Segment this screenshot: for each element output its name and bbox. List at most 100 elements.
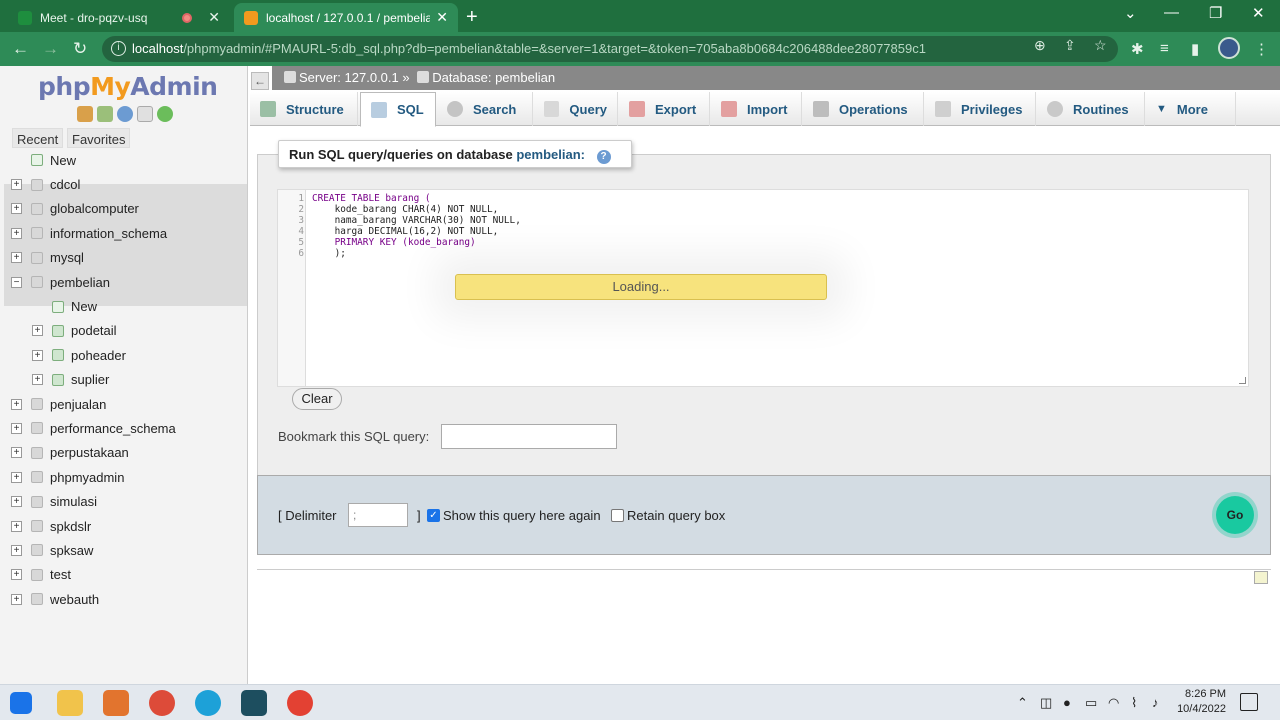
tree-db-phpmyadmin[interactable]: + phpmyadmin bbox=[0, 465, 247, 489]
tab-phpmyadmin[interactable]: localhost / 127.0.0.1 / pembelian ✕ bbox=[234, 3, 458, 32]
windows-start-icon[interactable] bbox=[10, 692, 32, 714]
expand-icon[interactable]: + bbox=[11, 398, 22, 410]
expand-icon[interactable]: + bbox=[32, 374, 43, 386]
extensions-icon[interactable]: ✱ bbox=[1131, 40, 1144, 58]
breadcrumb-server[interactable]: Server: 127.0.0.1 » bbox=[299, 70, 410, 85]
new-tab-icon[interactable]: + bbox=[466, 6, 478, 29]
microphone-icon[interactable]: ● bbox=[1063, 695, 1071, 710]
bookmark-input[interactable] bbox=[441, 424, 617, 449]
display-icon[interactable]: ▭ bbox=[1085, 695, 1097, 711]
profile-avatar[interactable] bbox=[1218, 37, 1240, 59]
go-button[interactable]: Go bbox=[1216, 496, 1254, 534]
expand-icon[interactable]: + bbox=[32, 325, 43, 337]
expand-icon[interactable]: + bbox=[11, 252, 22, 264]
reload-icon[interactable]: ↻ bbox=[73, 39, 87, 59]
media-icon[interactable]: ≡ bbox=[1160, 40, 1169, 57]
system-clock[interactable]: 8:26 PM 10/4/2022 bbox=[1172, 687, 1226, 717]
tree-db-webauth[interactable]: + webauth bbox=[0, 587, 247, 611]
menu-kebab-icon[interactable]: ⋮ bbox=[1254, 40, 1269, 58]
expand-icon[interactable]: + bbox=[11, 447, 22, 459]
edge-icon[interactable] bbox=[195, 690, 221, 716]
tree-db-cdcol[interactable]: + cdcol bbox=[0, 172, 247, 196]
close-window-icon[interactable]: ✕ bbox=[1252, 4, 1265, 22]
close-tab-icon[interactable]: ✕ bbox=[436, 9, 448, 26]
tree-new-table[interactable]: New bbox=[0, 294, 247, 318]
expand-icon[interactable]: + bbox=[32, 349, 43, 361]
tab-export[interactable]: Export bbox=[619, 92, 710, 126]
screen-recorder-icon[interactable] bbox=[241, 690, 267, 716]
collapse-navigation-icon[interactable]: ← bbox=[251, 72, 269, 90]
breadcrumb-database[interactable]: Database: pembelian bbox=[432, 70, 555, 85]
tab-import[interactable]: Import bbox=[711, 92, 802, 126]
tab-query[interactable]: Query bbox=[534, 92, 618, 126]
tree-db-mysql[interactable]: + mysql bbox=[0, 246, 247, 270]
tree-new-database[interactable]: New bbox=[0, 148, 247, 172]
show-query-checkbox[interactable]: ✓ bbox=[427, 509, 440, 522]
back-icon[interactable]: ← bbox=[12, 39, 29, 59]
tab-privileges[interactable]: Privileges bbox=[925, 92, 1036, 126]
sql-editor[interactable]: 1 2 3 4 5 6 CREATE TABLE barang ( kode_b… bbox=[277, 189, 1249, 387]
phpmyadmin-logo[interactable]: phpMyAdmin bbox=[38, 72, 218, 101]
collapse-icon[interactable]: − bbox=[11, 276, 22, 288]
tree-table-suplier[interactable]: + suplier bbox=[0, 368, 247, 392]
reload-nav-icon[interactable] bbox=[157, 106, 173, 122]
logout-icon[interactable] bbox=[97, 106, 113, 122]
close-tab-icon[interactable]: ✕ bbox=[208, 9, 220, 26]
expand-icon[interactable]: + bbox=[11, 593, 22, 605]
site-info-icon[interactable]: i bbox=[111, 41, 126, 56]
expand-icon[interactable]: + bbox=[11, 471, 22, 483]
expand-icon[interactable]: + bbox=[11, 520, 22, 532]
tree-db-spksaw[interactable]: + spksaw bbox=[0, 538, 247, 562]
volume-icon[interactable]: ♪ bbox=[1152, 695, 1159, 710]
tab-structure[interactable]: Structure bbox=[250, 92, 358, 126]
tree-db-pembelian[interactable]: − pembelian bbox=[0, 270, 247, 294]
help-icon[interactable] bbox=[117, 106, 133, 122]
retain-query-checkbox[interactable] bbox=[611, 509, 624, 522]
expand-icon[interactable]: + bbox=[11, 496, 22, 508]
expand-icon[interactable]: + bbox=[11, 179, 22, 191]
tree-db-globalcomputer[interactable]: + globalcomputer bbox=[0, 197, 247, 221]
wifi-icon[interactable]: ◠ bbox=[1108, 695, 1119, 711]
tree-db-penjualan[interactable]: + penjualan bbox=[0, 392, 247, 416]
tree-db-test[interactable]: + test bbox=[0, 563, 247, 587]
file-explorer-icon[interactable] bbox=[57, 690, 83, 716]
docs-icon[interactable] bbox=[137, 106, 153, 122]
tree-db-simulasi[interactable]: + simulasi bbox=[0, 489, 247, 513]
chrome-profile-icon[interactable] bbox=[149, 690, 175, 716]
maximize-icon[interactable]: ❐ bbox=[1209, 4, 1222, 22]
tray-overflow-icon[interactable]: ⌃ bbox=[1017, 695, 1028, 711]
tree-db-performance-schema[interactable]: + performance_schema bbox=[0, 416, 247, 440]
forward-icon[interactable]: → bbox=[42, 39, 59, 59]
favorites-tab[interactable]: Favorites bbox=[67, 128, 131, 148]
help-icon[interactable]: ? bbox=[596, 150, 611, 164]
home-icon[interactable] bbox=[77, 106, 93, 122]
share-icon[interactable]: ⇪ bbox=[1064, 37, 1076, 54]
tray-app-icon[interactable]: ◫ bbox=[1040, 695, 1052, 711]
tab-operations[interactable]: Operations bbox=[803, 92, 924, 126]
minimize-icon[interactable]: — bbox=[1164, 4, 1179, 21]
tree-db-perpustakaan[interactable]: + perpustakaan bbox=[0, 441, 247, 465]
tree-table-poheader[interactable]: + poheader bbox=[0, 343, 247, 367]
console-icon[interactable] bbox=[1254, 571, 1268, 584]
bookmark-star-icon[interactable]: ☆ bbox=[1094, 37, 1107, 54]
side-panel-icon[interactable]: ▮ bbox=[1191, 40, 1199, 58]
network-icon[interactable]: ⌇ bbox=[1131, 695, 1137, 711]
recent-tab[interactable]: Recent bbox=[12, 128, 64, 148]
xampp-icon[interactable] bbox=[103, 690, 129, 716]
zoom-icon[interactable]: ⊕ bbox=[1034, 37, 1046, 54]
clear-button[interactable]: Clear bbox=[292, 388, 342, 410]
tree-db-spkdslr[interactable]: + spkdslr bbox=[0, 514, 247, 538]
notifications-icon[interactable] bbox=[1240, 693, 1258, 711]
chrome-icon[interactable] bbox=[287, 690, 313, 716]
tree-table-podetail[interactable]: + podetail bbox=[0, 319, 247, 343]
tab-search-chevron-icon[interactable]: ⌄ bbox=[1124, 4, 1137, 22]
resize-handle-icon[interactable] bbox=[1239, 377, 1246, 384]
address-bar[interactable]: i localhost/phpmyadmin/#PMAURL-5:db_sql.… bbox=[102, 36, 1118, 62]
expand-icon[interactable]: + bbox=[11, 227, 22, 239]
tab-meet[interactable]: Meet - dro-pqzv-usq ✕ bbox=[8, 3, 230, 32]
expand-icon[interactable]: + bbox=[11, 422, 22, 434]
expand-icon[interactable]: + bbox=[11, 569, 22, 581]
tab-more[interactable]: ▼ More bbox=[1146, 92, 1236, 126]
tree-db-information-schema[interactable]: + information_schema bbox=[0, 221, 247, 245]
tab-sql[interactable]: SQL bbox=[360, 92, 436, 127]
